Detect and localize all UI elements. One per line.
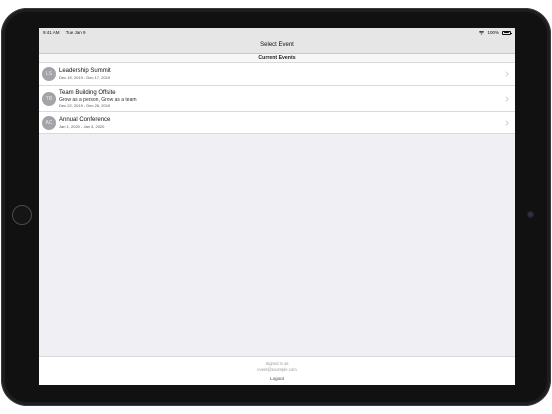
- event-text: Team Building Offsite Grow as a person, …: [59, 89, 137, 109]
- event-avatar: TB: [42, 91, 56, 106]
- wifi-icon: [479, 30, 485, 35]
- event-dates: Dec 22, 2019 - Dec 26, 2019: [59, 102, 111, 108]
- chevron-right-icon: [505, 119, 509, 126]
- event-dates: Jan 1, 2020 - Jan 3, 2020: [59, 123, 105, 129]
- event-initials: AC: [45, 119, 53, 126]
- event-avatar: LS: [42, 67, 56, 81]
- logout-button[interactable]: Logout: [270, 376, 284, 381]
- front-camera: [528, 212, 533, 217]
- section-header: Current Events: [39, 54, 515, 63]
- event-list: LS Leadership Summit Dec 15, 2019 - Dec …: [39, 63, 515, 134]
- event-title: Leadership Summit: [59, 68, 111, 74]
- status-right: 100%: [479, 30, 512, 35]
- event-initials: LS: [45, 71, 53, 77]
- status-date: Tue Jan 9: [65, 30, 86, 35]
- event-title: Team Building Offsite: [59, 89, 116, 96]
- status-bar: 9:41 AM Tue Jan 9 100%: [39, 28, 515, 37]
- chevron-right-icon: [505, 95, 509, 102]
- signed-in-email: event@example.com: [257, 366, 297, 372]
- event-dates: Dec 15, 2019 - Dec 17, 2019: [59, 75, 111, 80]
- event-initials: TB: [45, 95, 53, 102]
- section-title: Current Events: [258, 55, 296, 61]
- event-title: Annual Conference: [59, 116, 111, 123]
- battery-icon: [502, 30, 512, 35]
- navigation-bar: Select Event: [39, 37, 515, 54]
- account-footer: Signed in as event@example.com Logout: [39, 356, 515, 385]
- event-row-annual-conference[interactable]: AC Annual Conference Jan 1, 2020 - Jan 3…: [39, 112, 515, 134]
- page-title: Select Event: [260, 42, 294, 48]
- event-text: Annual Conference Jan 1, 2020 - Jan 3, 2…: [59, 116, 110, 130]
- event-avatar: AC: [42, 115, 56, 130]
- chevron-right-icon: [505, 71, 509, 77]
- event-row-team-building-offsite[interactable]: TB Team Building Offsite Grow as a perso…: [39, 86, 515, 112]
- event-text: Leadership Summit Dec 15, 2019 - Dec 17,…: [59, 67, 111, 81]
- event-row-leadership-summit[interactable]: LS Leadership Summit Dec 15, 2019 - Dec …: [39, 63, 515, 86]
- status-time: 9:41 AM: [43, 30, 60, 35]
- status-left: 9:41 AM Tue Jan 9: [43, 30, 91, 35]
- home-button[interactable]: [12, 205, 32, 225]
- battery-percent: 100%: [487, 30, 499, 35]
- app-screen: 9:41 AM Tue Jan 9 100% Select Event Curr…: [39, 28, 515, 385]
